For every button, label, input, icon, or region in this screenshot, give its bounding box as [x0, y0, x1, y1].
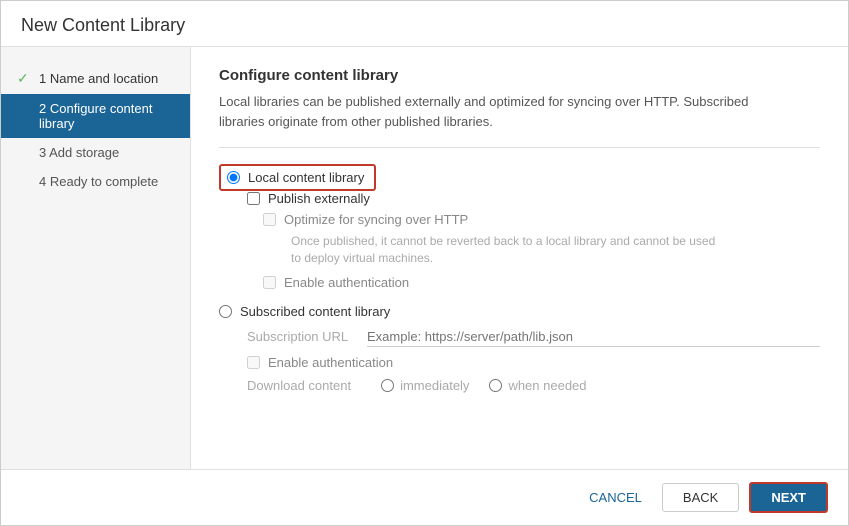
optimize-note-line2: to deploy virtual machines. [291, 251, 433, 265]
immediately-label: immediately [400, 378, 469, 393]
section-description: Local libraries can be published externa… [219, 92, 820, 131]
enable-auth-local-label: Enable authentication [284, 275, 409, 290]
download-content-label: Download content [247, 378, 351, 393]
next-button[interactable]: NEXT [749, 482, 828, 513]
immediately-option: immediately [381, 378, 469, 393]
dialog-title: New Content Library [1, 1, 848, 47]
local-library-box: Local content library [219, 164, 376, 191]
enable-auth-sub-row: Enable authentication [247, 355, 820, 370]
subscription-url-input[interactable] [367, 327, 820, 347]
immediately-radio[interactable] [381, 379, 394, 392]
sidebar-item-step2: 2 Configure content library [1, 94, 190, 138]
publish-externally-group: Publish externally Optimize for syncing … [247, 191, 820, 290]
sidebar-item-step4: 4 Ready to complete [1, 167, 190, 196]
subscribed-radio-row: Subscribed content library [219, 304, 820, 319]
publish-externally-label: Publish externally [268, 191, 370, 206]
sidebar-step4-label: 4 Ready to complete [39, 174, 158, 189]
sidebar-item-step3: 3 Add storage [1, 138, 190, 167]
download-content-row: Download content immediately when needed [247, 378, 820, 393]
sidebar-step2-label: 2 Configure content library [39, 101, 174, 131]
subscription-url-row: Subscription URL [247, 327, 820, 347]
checkmark-icon: ✓ [17, 70, 31, 87]
optimize-row: Optimize for syncing over HTTP [263, 212, 820, 227]
dialog-footer: CANCEL BACK NEXT [1, 469, 848, 525]
when-needed-label: when needed [508, 378, 586, 393]
section-desc-line1: Local libraries can be published externa… [219, 94, 748, 109]
local-library-radio[interactable] [227, 171, 240, 184]
sidebar: ✓ 1 Name and location 2 Configure conten… [1, 47, 191, 469]
publish-externally-checkbox[interactable] [247, 192, 260, 205]
subscribed-library-radio[interactable] [219, 305, 232, 318]
optimize-note: Once published, it cannot be reverted ba… [291, 233, 820, 267]
enable-auth-local-checkbox[interactable] [263, 276, 276, 289]
when-needed-radio[interactable] [489, 379, 502, 392]
local-library-label: Local content library [248, 170, 364, 185]
dialog-body: ✓ 1 Name and location 2 Configure conten… [1, 47, 848, 469]
new-content-library-dialog: New Content Library ✓ 1 Name and locatio… [0, 0, 849, 526]
subscribed-library-group: Subscribed content library Subscription … [219, 304, 820, 393]
optimize-label: Optimize for syncing over HTTP [284, 212, 468, 227]
when-needed-option: when needed [489, 378, 586, 393]
sidebar-step1-label: 1 Name and location [39, 71, 158, 86]
cancel-button[interactable]: CANCEL [579, 484, 652, 511]
sidebar-step3-label: 3 Add storage [39, 145, 119, 160]
divider [219, 147, 820, 148]
enable-auth-sub-checkbox[interactable] [247, 356, 260, 369]
sidebar-item-step1: ✓ 1 Name and location [1, 63, 190, 94]
local-library-group: Local content library Publish externally… [219, 164, 820, 290]
optimize-checkbox[interactable] [263, 213, 276, 226]
publish-externally-row: Publish externally [247, 191, 820, 206]
enable-auth-local-row: Enable authentication [263, 275, 820, 290]
subscribed-library-label: Subscribed content library [240, 304, 390, 319]
section-title: Configure content library [219, 67, 820, 84]
back-button[interactable]: BACK [662, 483, 739, 512]
subscription-url-label: Subscription URL [247, 329, 357, 344]
enable-auth-sub-label: Enable authentication [268, 355, 393, 370]
main-content: Configure content library Local librarie… [191, 47, 848, 469]
section-desc-line2: libraries originate from other published… [219, 114, 493, 129]
optimize-note-line1: Once published, it cannot be reverted ba… [291, 234, 715, 248]
